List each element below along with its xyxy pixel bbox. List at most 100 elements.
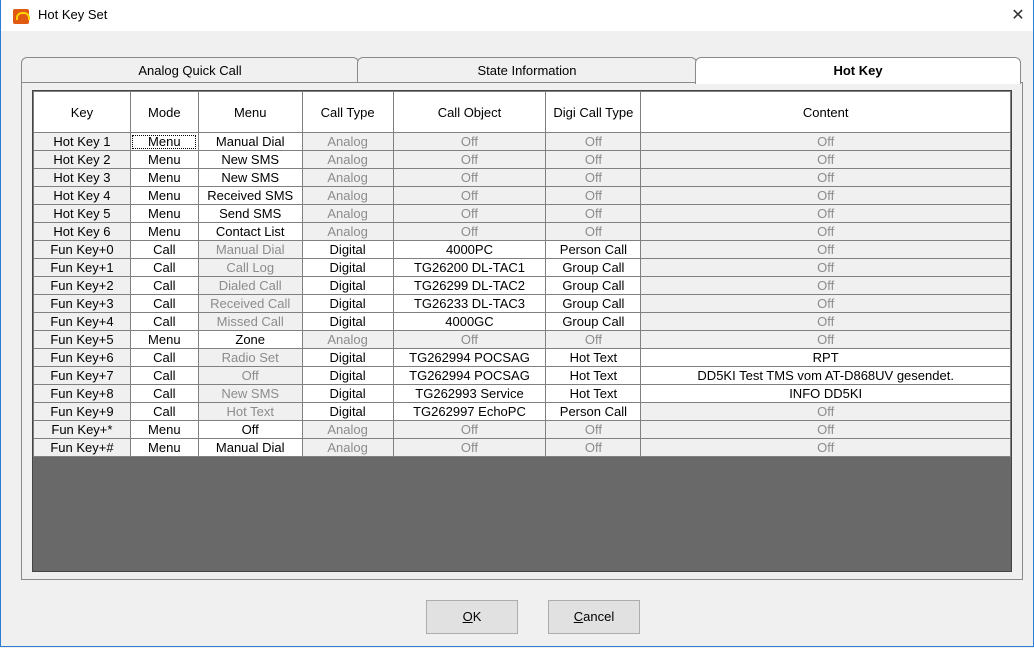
cell-menu[interactable]: Contact List bbox=[197, 222, 303, 241]
cell-call-type[interactable]: Digital bbox=[301, 276, 394, 295]
cell-digi-call-type[interactable]: Group Call bbox=[545, 312, 642, 331]
cell-menu[interactable]: Manual Dial bbox=[197, 438, 303, 457]
cell-key[interactable]: Fun Key+0 bbox=[33, 240, 131, 259]
cell-digi-call-type[interactable]: Group Call bbox=[545, 258, 642, 277]
table-row[interactable]: Hot Key 6 Menu Contact List Analog Off Off Off bbox=[33, 222, 1011, 241]
cell-digi-call-type[interactable]: Hot Text bbox=[545, 348, 642, 367]
cell-content[interactable]: Off bbox=[640, 168, 1011, 187]
cell-mode[interactable]: Menu bbox=[129, 330, 199, 349]
cell-call-object[interactable]: TG262994 POCSAG bbox=[392, 366, 547, 385]
cell-call-type[interactable]: Digital bbox=[301, 348, 394, 367]
table-row[interactable]: Fun Key+1 Call Call Log Digital TG26200 DL-T… bbox=[33, 258, 1011, 277]
cell-call-object[interactable]: Off bbox=[392, 420, 547, 439]
cell-mode[interactable]: Call bbox=[129, 258, 199, 277]
cell-content[interactable]: Off bbox=[640, 330, 1011, 349]
cell-menu[interactable]: Received SMS bbox=[197, 186, 303, 205]
cell-key[interactable]: Fun Key+3 bbox=[33, 294, 131, 313]
cell-key[interactable]: Fun Key+7 bbox=[33, 366, 131, 385]
cell-digi-call-type[interactable]: Off bbox=[545, 330, 642, 349]
table-row[interactable]: Fun Key+4 Call Missed Call Digital 4000GC Gro… bbox=[33, 312, 1011, 331]
cell-mode[interactable]: Menu bbox=[129, 204, 199, 223]
tab-analog-quick-call[interactable]: Analog Quick Call bbox=[21, 57, 359, 82]
cell-content[interactable]: Off bbox=[640, 438, 1011, 457]
cell-digi-call-type[interactable]: Off bbox=[545, 420, 642, 439]
cell-key[interactable]: Fun Key+8 bbox=[33, 384, 131, 403]
cell-key[interactable]: Fun Key+1 bbox=[33, 258, 131, 277]
cell-menu[interactable]: Radio Set bbox=[197, 348, 303, 367]
cell-menu[interactable]: Dialed Call bbox=[197, 276, 303, 295]
column-header-call-type[interactable]: Call Type bbox=[301, 91, 394, 133]
table-row[interactable]: Hot Key 4 Menu Received SMS Analog Off Off Off bbox=[33, 186, 1011, 205]
cell-mode[interactable]: Call bbox=[129, 294, 199, 313]
cell-call-object[interactable]: Off bbox=[392, 222, 547, 241]
cell-mode[interactable]: Menu bbox=[129, 420, 199, 439]
cell-mode[interactable]: Call bbox=[129, 240, 199, 259]
cell-mode[interactable]: Call bbox=[129, 348, 199, 367]
cell-content[interactable]: Off bbox=[640, 186, 1011, 205]
cell-key[interactable]: Fun Key+6 bbox=[33, 348, 131, 367]
cell-call-object[interactable]: Off bbox=[392, 186, 547, 205]
column-header-call-object[interactable]: Call Object bbox=[392, 91, 547, 133]
cell-menu[interactable]: Send SMS bbox=[197, 204, 303, 223]
cell-mode[interactable]: Menu bbox=[129, 150, 199, 169]
table-row[interactable]: Fun Key+7 Call Off Digital TG262994 POCSAG Ho… bbox=[33, 366, 1011, 385]
column-header-mode[interactable]: Mode bbox=[129, 91, 199, 133]
cell-call-object[interactable]: TG262993 Service bbox=[392, 384, 547, 403]
close-icon[interactable]: ✕ bbox=[1003, 0, 1033, 31]
column-header-key[interactable]: Key bbox=[33, 91, 131, 133]
cell-content[interactable]: RPT bbox=[640, 348, 1011, 367]
table-row[interactable]: Fun Key+* Menu Off Analog Off Off Off bbox=[33, 420, 1011, 439]
cell-call-type[interactable]: Digital bbox=[301, 312, 394, 331]
cell-call-object[interactable]: Off bbox=[392, 330, 547, 349]
cell-key[interactable]: Fun Key+4 bbox=[33, 312, 131, 331]
cell-call-type[interactable]: Analog bbox=[301, 222, 394, 241]
cell-call-object[interactable]: Off bbox=[392, 150, 547, 169]
cell-call-type[interactable]: Analog bbox=[301, 330, 394, 349]
cell-menu[interactable]: Off bbox=[197, 420, 303, 439]
cell-call-object[interactable]: Off bbox=[392, 132, 547, 151]
cell-content[interactable]: Off bbox=[640, 222, 1011, 241]
table-row[interactable]: Hot Key 3 Menu New SMS Analog Off Off Off bbox=[33, 168, 1011, 187]
cell-call-type[interactable]: Digital bbox=[301, 258, 394, 277]
cell-mode[interactable]: Call bbox=[129, 312, 199, 331]
cell-call-type[interactable]: Analog bbox=[301, 186, 394, 205]
table-row[interactable]: Fun Key+2 Call Dialed Call Digital TG26299 D… bbox=[33, 276, 1011, 295]
cell-content[interactable]: Off bbox=[640, 312, 1011, 331]
cell-key[interactable]: Fun Key+5 bbox=[33, 330, 131, 349]
cell-key[interactable]: Fun Key+9 bbox=[33, 402, 131, 421]
cell-key[interactable]: Fun Key+* bbox=[33, 420, 131, 439]
cell-digi-call-type[interactable]: Group Call bbox=[545, 294, 642, 313]
table-row[interactable]: Fun Key+9 Call Hot Text Digital TG262997 Ech… bbox=[33, 402, 1011, 421]
cell-menu[interactable]: Call Log bbox=[197, 258, 303, 277]
cell-key[interactable]: Hot Key 4 bbox=[33, 186, 131, 205]
cell-menu[interactable]: Manual Dial bbox=[197, 132, 303, 151]
cell-call-object[interactable]: TG26299 DL-TAC2 bbox=[392, 276, 547, 295]
cell-call-object[interactable]: 4000PC bbox=[392, 240, 547, 259]
column-header-digi-call-type[interactable]: Digi Call Type bbox=[545, 91, 642, 133]
cell-mode[interactable]: Menu bbox=[129, 132, 199, 151]
cell-menu[interactable]: Off bbox=[197, 366, 303, 385]
table-row[interactable]: Hot Key 1 Menu Manual Dial Analog Off Off Off bbox=[33, 132, 1011, 151]
column-header-menu[interactable]: Menu bbox=[197, 91, 303, 133]
cell-menu[interactable]: Manual Dial bbox=[197, 240, 303, 259]
cell-key[interactable]: Hot Key 2 bbox=[33, 150, 131, 169]
cell-digi-call-type[interactable]: Group Call bbox=[545, 276, 642, 295]
ok-button[interactable]: OK bbox=[426, 600, 518, 634]
cell-content[interactable]: Off bbox=[640, 402, 1011, 421]
cell-menu[interactable]: Missed Call bbox=[197, 312, 303, 331]
cell-digi-call-type[interactable]: Off bbox=[545, 204, 642, 223]
cell-call-object[interactable]: Off bbox=[392, 168, 547, 187]
cell-mode[interactable]: Call bbox=[129, 384, 199, 403]
title-bar[interactable]: Hot Key Set ✕ bbox=[1, 0, 1033, 31]
tab-hot-key[interactable]: Hot Key bbox=[695, 57, 1021, 84]
cell-mode[interactable]: Menu bbox=[129, 168, 199, 187]
table-row[interactable]: Fun Key+# Menu Manual Dial Analog Off Off Off bbox=[33, 438, 1011, 457]
cell-content[interactable]: Off bbox=[640, 420, 1011, 439]
cell-digi-call-type[interactable]: Off bbox=[545, 438, 642, 457]
table-row[interactable]: Fun Key+6 Call Radio Set Digital TG262994 PO… bbox=[33, 348, 1011, 367]
cell-menu[interactable]: New SMS bbox=[197, 168, 303, 187]
cell-digi-call-type[interactable]: Hot Text bbox=[545, 366, 642, 385]
cell-call-object[interactable]: Off bbox=[392, 204, 547, 223]
cell-call-object[interactable]: TG26200 DL-TAC1 bbox=[392, 258, 547, 277]
cell-digi-call-type[interactable]: Off bbox=[545, 186, 642, 205]
